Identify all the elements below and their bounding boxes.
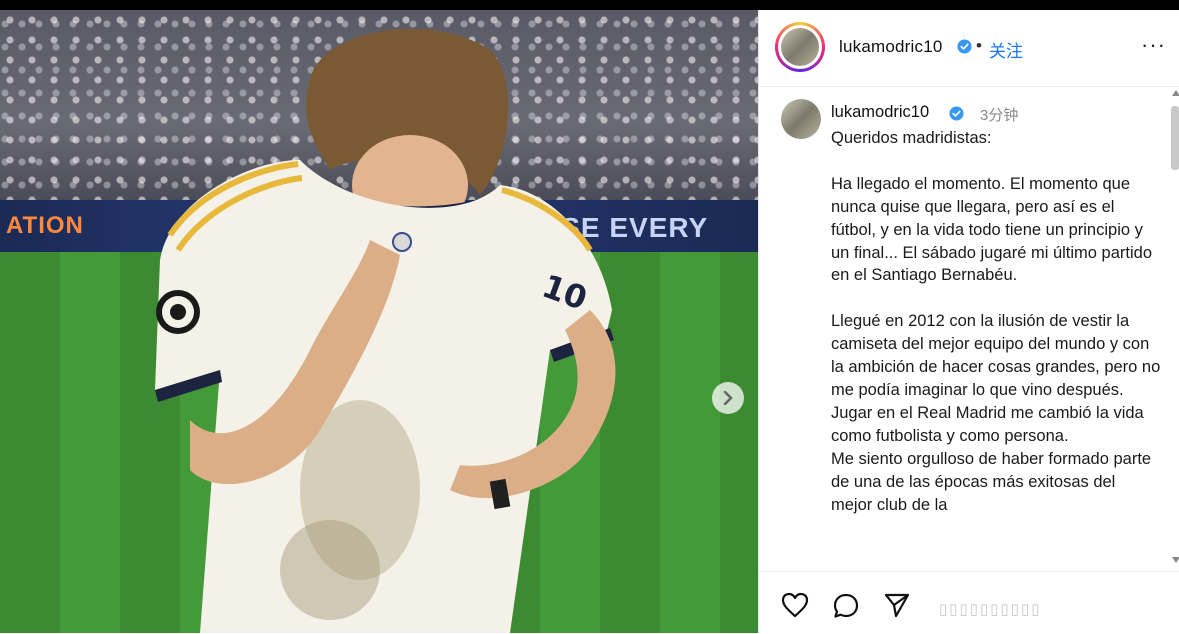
- more-options-button[interactable]: ···: [1141, 32, 1166, 58]
- post-photo[interactable]: ATION USE EVERY CH 10: [0, 10, 758, 633]
- caption-username[interactable]: lukamodric10: [831, 103, 929, 122]
- caption-avatar[interactable]: [781, 99, 821, 139]
- scroll-thumb[interactable]: [1171, 106, 1179, 170]
- post-time: 3分钟: [980, 107, 1019, 124]
- follow-button[interactable]: 关注: [989, 37, 1023, 62]
- heart-icon[interactable]: [781, 592, 809, 618]
- share-icon[interactable]: [883, 592, 911, 618]
- comment-icon[interactable]: [832, 592, 860, 620]
- action-bar: ▯▯▯▯▯▯▯▯▯▯: [759, 571, 1179, 634]
- post-header: lukamodric10 • 关注 ···: [759, 10, 1179, 87]
- next-photo-button[interactable]: [712, 382, 744, 414]
- post-caption: Queridos madridistas: Ha llegado el mome…: [831, 129, 1161, 514]
- post-panel: lukamodric10 • 关注 ··· lukamodric10 3分钟 Q…: [758, 10, 1179, 633]
- scroll-up-arrow-icon[interactable]: [1172, 90, 1179, 96]
- separator-dot: •: [976, 36, 982, 55]
- top-bar: [0, 0, 1179, 10]
- watermark: ▯▯▯▯▯▯▯▯▯▯: [939, 601, 1042, 618]
- header-username[interactable]: lukamodric10: [839, 37, 943, 57]
- verified-badge-icon: [949, 106, 964, 121]
- avatar[interactable]: [775, 22, 825, 72]
- banner-left-text: ATION: [6, 212, 84, 239]
- post-caption-area: lukamodric10 3分钟 Queridos madridistas: H…: [759, 87, 1169, 571]
- player-figure: 10: [155, 28, 616, 633]
- caption-scrollbar[interactable]: [1170, 90, 1179, 564]
- scroll-down-arrow-icon[interactable]: [1172, 557, 1179, 563]
- chevron-right-icon: [723, 391, 733, 405]
- verified-badge-icon: [957, 39, 972, 54]
